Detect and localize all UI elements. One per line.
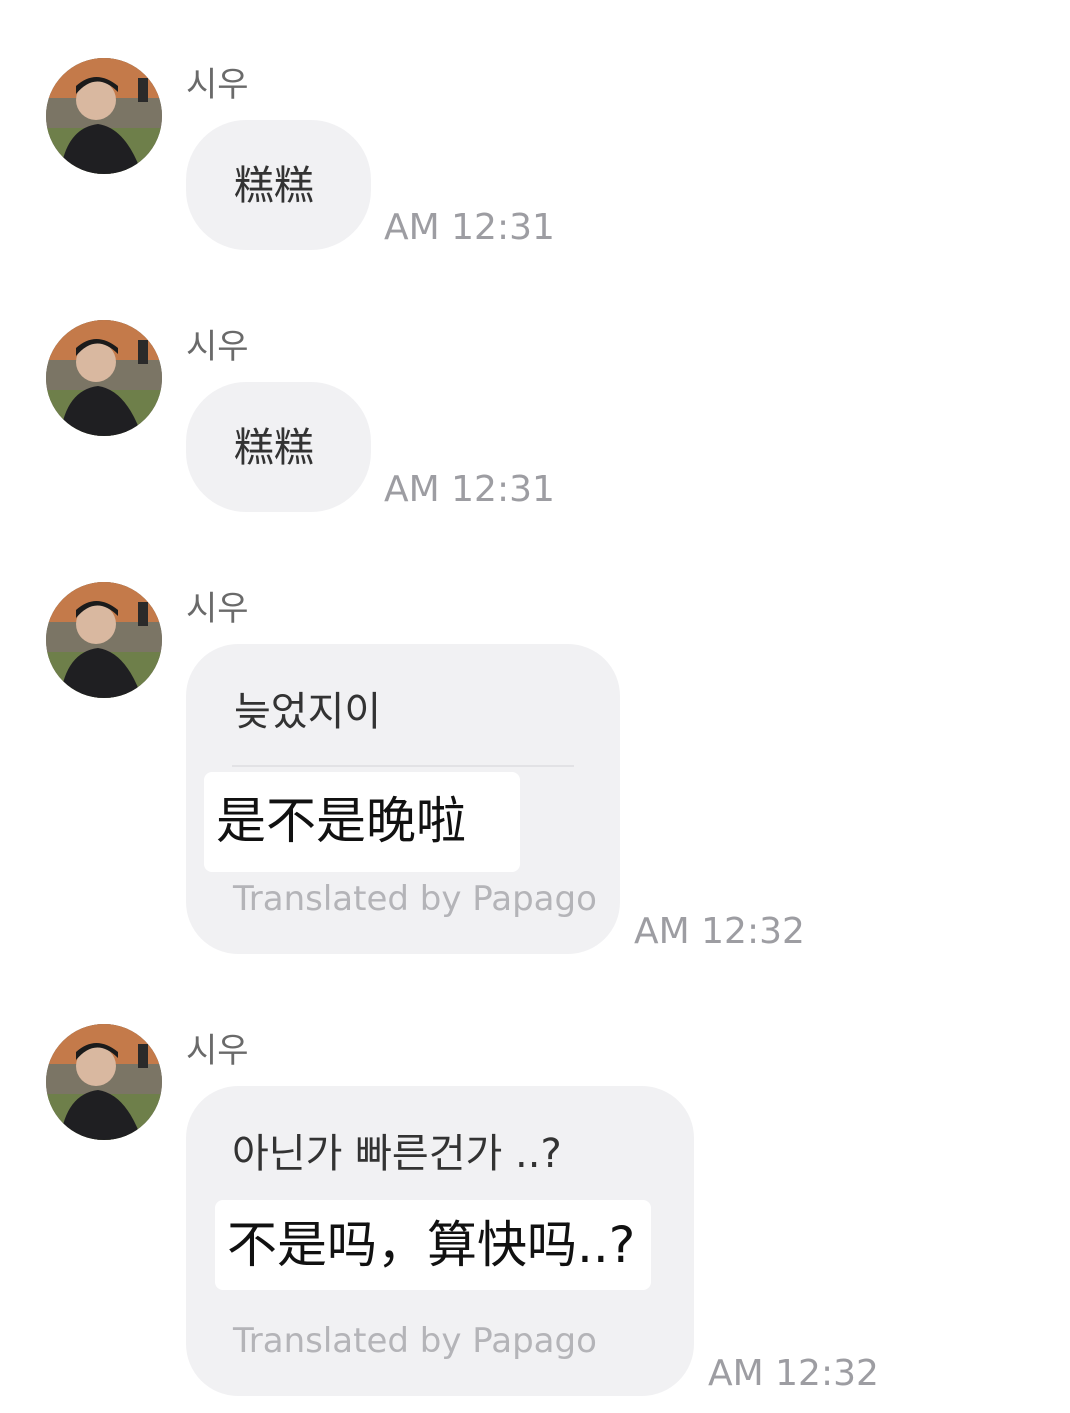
message-text: 늦었지이 (234, 689, 382, 735)
translation-highlight: 是不是晚啦 (204, 772, 520, 872)
translation-divider (232, 765, 574, 767)
sender-name: 시우 (186, 1031, 249, 1071)
avatar-photo-icon (46, 58, 162, 174)
sender-name: 시우 (186, 589, 249, 629)
sender-name: 시우 (186, 65, 249, 105)
translated-by-label: Translated by Papago (233, 1321, 597, 1361)
message-bubble[interactable]: 糕糕 (186, 382, 371, 512)
message-bubble[interactable]: 늦었지이 是不是晚啦 Translated by Papago (186, 644, 620, 954)
message-text: 아닌가 빠른건가 ..? (232, 1131, 562, 1177)
avatar-photo-icon (46, 582, 162, 698)
message-timestamp: AM 12:31 (384, 469, 555, 510)
translation-text: 是不是晚啦 (216, 792, 466, 850)
translation-text: 不是吗，算快吗..? (227, 1216, 636, 1274)
message-bubble[interactable]: 아닌가 빠른건가 ..? 不是吗，算快吗..? Translated by Pa… (186, 1086, 694, 1396)
avatar[interactable] (46, 582, 162, 698)
sender-name: 시우 (186, 327, 249, 367)
message-timestamp: AM 12:31 (384, 207, 555, 248)
avatar[interactable] (46, 1024, 162, 1140)
avatar-photo-icon (46, 320, 162, 436)
avatar[interactable] (46, 320, 162, 436)
translation-highlight: 不是吗，算快吗..? (215, 1200, 651, 1290)
translated-by-label: Translated by Papago (233, 879, 597, 919)
message-bubble[interactable]: 糕糕 (186, 120, 371, 250)
message-text: 糕糕 (234, 425, 314, 471)
avatar[interactable] (46, 58, 162, 174)
avatar-photo-icon (46, 1024, 162, 1140)
message-timestamp: AM 12:32 (634, 911, 805, 952)
message-text: 糕糕 (234, 163, 314, 209)
message-timestamp: AM 12:32 (708, 1353, 879, 1394)
